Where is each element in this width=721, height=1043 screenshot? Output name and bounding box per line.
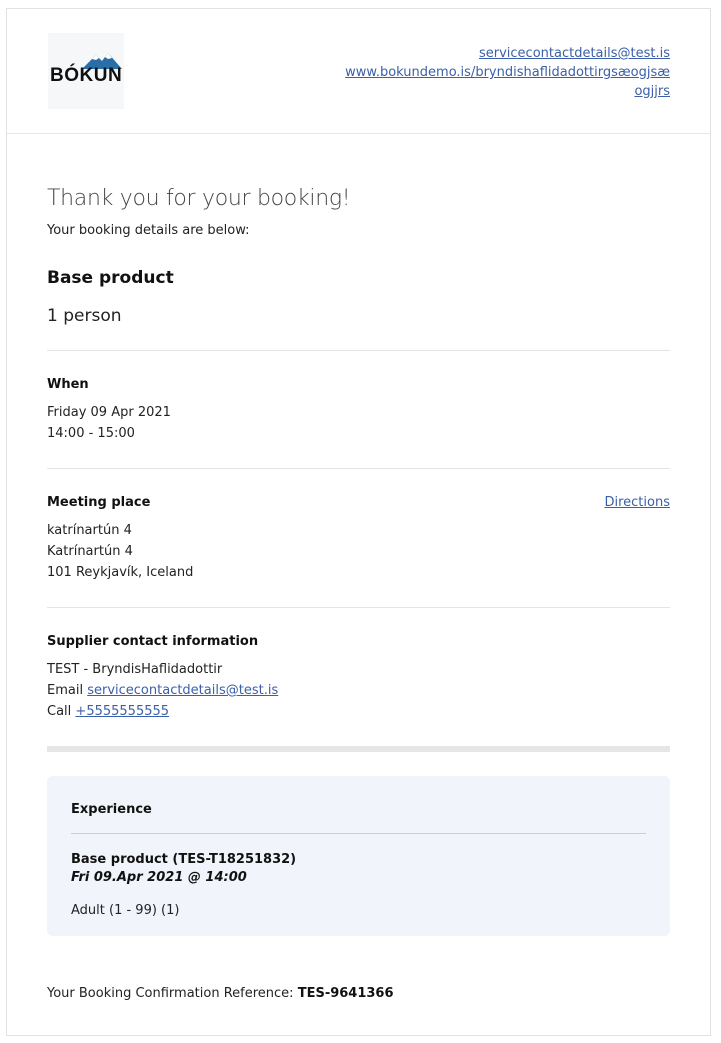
- meeting-address-line: 101 Reykjavík, Iceland: [47, 565, 194, 580]
- supplier-email-link[interactable]: servicecontactdetails@test.is: [87, 683, 278, 698]
- directions-link[interactable]: Directions: [604, 495, 670, 510]
- greeting-subtitle: Your booking details are below:: [47, 223, 250, 238]
- experience-date: Fri 09.Apr 2021 @ 14:00: [71, 870, 247, 885]
- experience-title: Experience: [71, 802, 152, 817]
- email-content: Thank you for your booking! Your booking…: [7, 186, 710, 1001]
- greeting-title: Thank you for your booking!: [47, 186, 351, 211]
- supplier-phone-row: Call +5555555555: [47, 701, 670, 722]
- supplier-title: Supplier contact information: [47, 634, 259, 649]
- section-separator: [47, 746, 670, 752]
- email-prefix: Email: [47, 683, 84, 698]
- header-email-link[interactable]: servicecontactdetails@test.is: [479, 46, 670, 61]
- product-name: Base product: [47, 268, 174, 288]
- booking-time: 14:00 - 15:00: [47, 426, 135, 441]
- person-count: 1 person: [47, 306, 122, 326]
- bokun-logo: BÓKUN: [48, 33, 124, 109]
- experience-product: Base product (TES-T18251832): [71, 852, 297, 867]
- header-contact-links: servicecontactdetails@test.is www.bokund…: [340, 44, 670, 101]
- supplier-phone-link[interactable]: +5555555555: [75, 704, 169, 719]
- meeting-address-line: katrínartún 4: [47, 523, 132, 538]
- supplier-section: Supplier contact information TEST - Bryn…: [47, 608, 670, 722]
- call-prefix: Call: [47, 704, 72, 719]
- meeting-section: Meeting place Directions katrínartún 4 K…: [47, 469, 670, 583]
- supplier-name: TEST - BryndisHaflidadottir: [47, 662, 223, 677]
- booking-email: BÓKUN servicecontactdetails@test.is www.…: [6, 8, 711, 1036]
- booking-date: Friday 09 Apr 2021: [47, 405, 171, 420]
- header-website-link[interactable]: www.bokundemo.is/bryndishaflidadottirgsæ…: [345, 65, 670, 99]
- reference-label: Your Booking Confirmation Reference:: [47, 986, 294, 1001]
- experience-pax: Adult (1 - 99) (1): [71, 903, 180, 918]
- experience-card: Experience Base product (TES-T18251832) …: [47, 776, 670, 936]
- meeting-address-line: Katrínartún 4: [47, 544, 133, 559]
- when-section: When Friday 09 Apr 2021 14:00 - 15:00: [47, 351, 670, 444]
- supplier-email-row: Email servicecontactdetails@test.is: [47, 680, 670, 701]
- email-header: BÓKUN servicecontactdetails@test.is www.…: [7, 9, 710, 134]
- reference-value: TES-9641366: [297, 986, 394, 1001]
- logo-text: BÓKUN: [50, 65, 123, 86]
- when-title: When: [47, 377, 89, 392]
- confirmation-reference: Your Booking Confirmation Reference: TES…: [47, 986, 670, 1001]
- divider: [71, 833, 646, 834]
- meeting-title: Meeting place: [47, 495, 151, 510]
